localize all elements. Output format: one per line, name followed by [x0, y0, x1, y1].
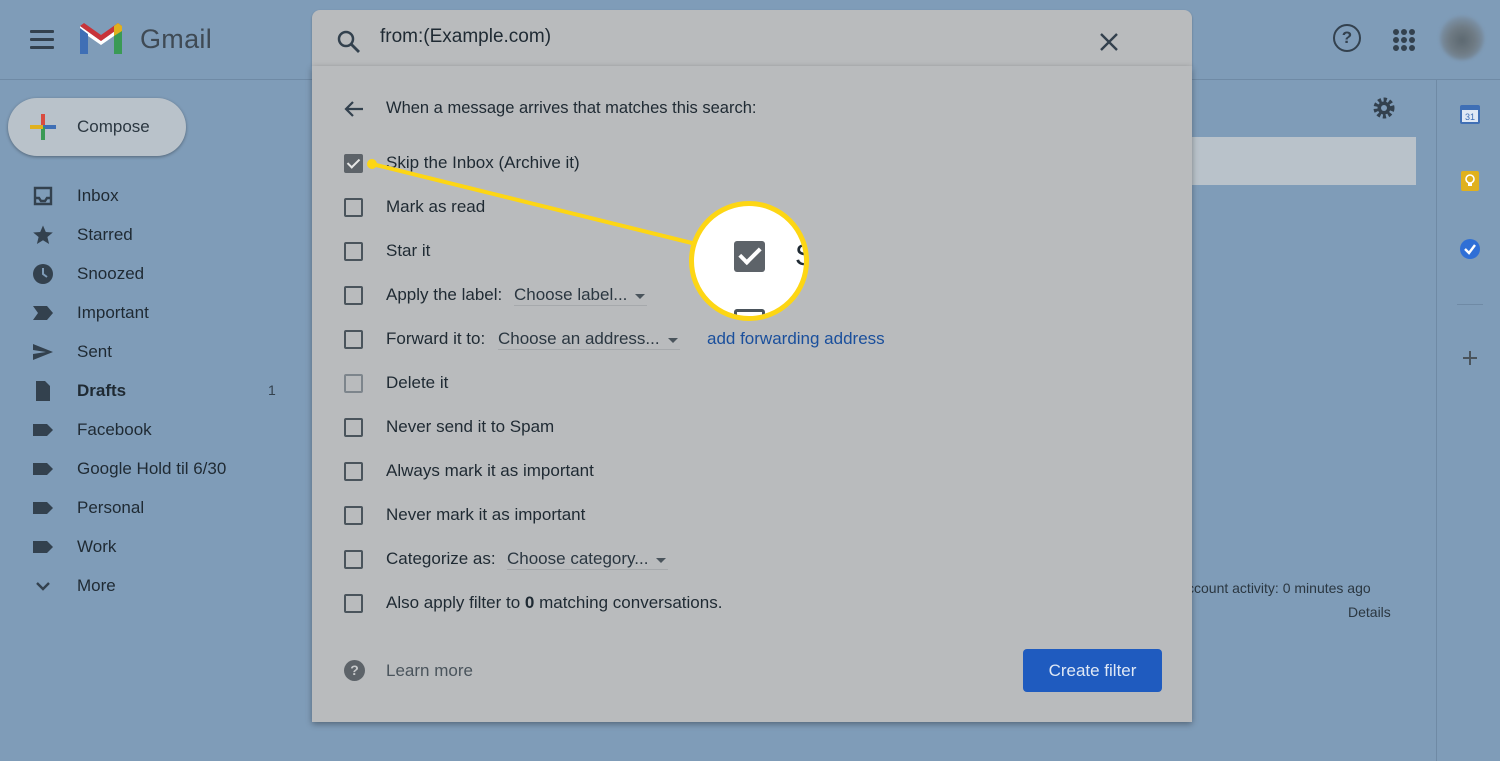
sidebar-item-label: Snoozed	[77, 264, 145, 283]
sidebar-item-starred[interactable]: Starred	[0, 215, 300, 254]
help-icon[interactable]: ?	[1333, 24, 1361, 52]
clock-icon	[33, 264, 53, 284]
settings-gear-icon[interactable]	[1372, 96, 1396, 120]
compose-plus-icon	[30, 114, 56, 140]
add-addon-icon[interactable]	[1459, 347, 1481, 369]
sidebar-item-personal[interactable]: Personal	[0, 488, 300, 527]
sidebar-item-work[interactable]: Work	[0, 527, 300, 566]
gmail-logo[interactable]	[78, 22, 124, 56]
dialog-heading: When a message arrives that matches this…	[386, 99, 757, 117]
sidebar-item-label: Personal	[77, 498, 145, 517]
search-input[interactable]: from:(Example.com)	[380, 26, 551, 48]
sidebar-item-important[interactable]: Important	[0, 293, 300, 332]
help-circle-icon[interactable]: ?	[344, 660, 365, 681]
label-dropdown[interactable]: Choose label...	[514, 285, 648, 306]
keep-icon[interactable]	[1459, 170, 1481, 192]
sidebar-item-more[interactable]: More	[0, 566, 300, 605]
add-forwarding-address-link[interactable]: add forwarding address	[707, 329, 885, 349]
search-icon[interactable]	[336, 29, 362, 55]
skip-inbox-checkbox[interactable]	[344, 154, 363, 173]
rail-divider	[1457, 304, 1483, 305]
always-important-checkbox[interactable]	[344, 462, 363, 481]
option-label: Forward it to:	[386, 329, 486, 348]
main-menu-icon[interactable]	[30, 30, 54, 50]
create-filter-button[interactable]: Create filter	[1023, 649, 1162, 692]
sidebar-item-label: Facebook	[77, 420, 152, 439]
tasks-icon[interactable]	[1459, 238, 1481, 260]
zoom-callout: S	[689, 201, 809, 321]
option-label: Never send it to Spam	[386, 417, 555, 436]
also-apply-suffix: matching conversations.	[534, 593, 723, 612]
learn-more-link[interactable]: Learn more	[386, 661, 473, 681]
inbox-icon	[33, 186, 53, 206]
background-panel	[1192, 137, 1416, 185]
calendar-icon[interactable]: 31	[1459, 103, 1481, 125]
back-arrow-icon[interactable]	[343, 98, 365, 120]
important-icon	[33, 306, 53, 320]
sidebar-item-facebook[interactable]: Facebook	[0, 410, 300, 449]
sidebar-item-label: Drafts	[77, 381, 127, 400]
details-link[interactable]: Details	[1348, 604, 1391, 620]
label-icon	[33, 541, 53, 553]
forward-address-dropdown[interactable]: Choose an address...	[498, 329, 680, 350]
sidebar-item-drafts[interactable]: Drafts 1	[0, 371, 300, 410]
sidebar-item-label: Google Hold til 6/30	[77, 459, 227, 478]
matching-count: 0	[524, 593, 535, 612]
also-apply-checkbox[interactable]	[344, 594, 363, 613]
send-icon	[33, 344, 53, 360]
apply-label-checkbox[interactable]	[344, 286, 363, 305]
close-icon[interactable]	[1098, 31, 1120, 53]
svg-text:31: 31	[1465, 112, 1475, 122]
sidebar-item-label: Sent	[77, 342, 112, 361]
sidebar-item-label: Starred	[77, 225, 133, 244]
side-panel-rail: 31	[1436, 80, 1500, 761]
compose-button[interactable]: Compose	[8, 98, 186, 156]
never-important-checkbox[interactable]	[344, 506, 363, 525]
star-it-checkbox[interactable]	[344, 242, 363, 261]
chevron-down-icon	[36, 582, 50, 591]
category-dropdown[interactable]: Choose category...	[507, 549, 669, 570]
star-icon	[33, 225, 53, 244]
delete-checkbox[interactable]	[344, 374, 363, 393]
sidebar-item-sent[interactable]: Sent	[0, 332, 300, 371]
sidebar-item-inbox[interactable]: Inbox	[0, 176, 300, 215]
draft-icon	[36, 381, 50, 401]
drafts-count: 1	[268, 382, 276, 398]
option-label: Skip the Inbox (Archive it)	[386, 153, 580, 172]
option-label: Always mark it as important	[386, 461, 594, 480]
zoomed-checkbox-icon	[734, 241, 765, 272]
sidebar-item-google-hold[interactable]: Google Hold til 6/30	[0, 449, 300, 488]
label-icon	[33, 463, 53, 475]
option-label: Apply the label:	[386, 285, 503, 304]
account-avatar[interactable]	[1440, 16, 1484, 60]
label-icon	[33, 502, 53, 514]
label-icon	[33, 424, 53, 436]
sidebar-item-label: More	[77, 576, 116, 595]
option-label: Categorize as:	[386, 549, 496, 568]
sidebar-item-label: Inbox	[77, 186, 119, 205]
option-label: Delete it	[386, 373, 449, 392]
sidebar-item-label: Work	[77, 537, 117, 556]
zoomed-empty-checkbox-icon	[734, 309, 765, 316]
apps-grid-icon[interactable]	[1393, 29, 1415, 51]
sidebar-item-label: Important	[77, 303, 149, 322]
account-activity-text: ccount activity: 0 minutes ago	[1187, 580, 1371, 596]
option-label: Never mark it as important	[386, 505, 586, 524]
forward-checkbox[interactable]	[344, 330, 363, 349]
mark-read-checkbox[interactable]	[344, 198, 363, 217]
app-name: Gmail	[140, 24, 213, 54]
compose-label: Compose	[77, 117, 150, 136]
sidebar-nav: Inbox Starred Snoozed Important Sent Dra…	[0, 176, 300, 605]
categorize-checkbox[interactable]	[344, 550, 363, 569]
also-apply-prefix: Also apply filter to	[386, 593, 525, 612]
option-label: Also apply filter to 0 matching conversa…	[386, 593, 722, 613]
sidebar-item-snoozed[interactable]: Snoozed	[0, 254, 300, 293]
option-label: Mark as read	[386, 197, 486, 216]
never-spam-checkbox[interactable]	[344, 418, 363, 437]
option-label: Star it	[386, 241, 431, 260]
